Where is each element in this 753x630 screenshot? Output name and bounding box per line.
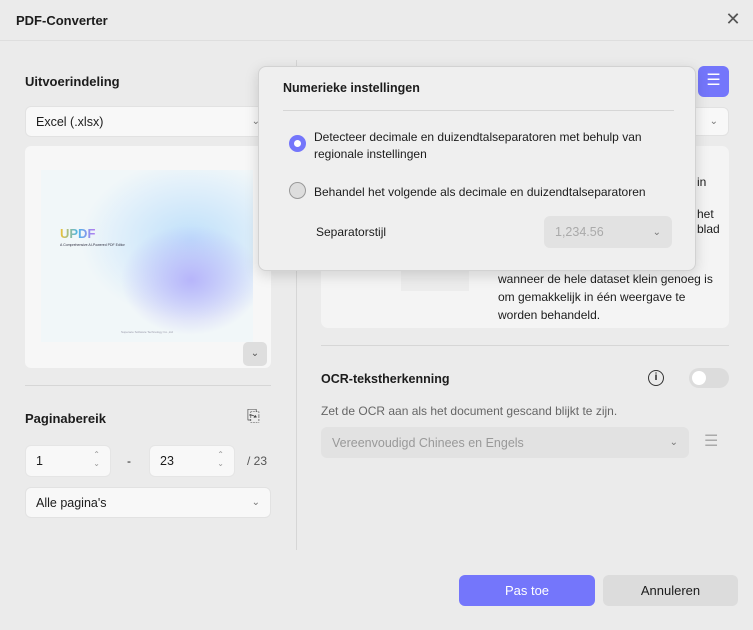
ocr-heading: OCR-tekstherkenning <box>321 372 450 386</box>
cancel-button[interactable]: Annuleren <box>603 575 738 606</box>
stepper-arrows-icon[interactable]: ⌃ ⌄ <box>217 450 224 468</box>
ocr-language-value: Vereenvoudigd Chinees en Engels <box>332 435 524 450</box>
pages-select[interactable]: Alle pagina's ⌄ <box>25 487 271 518</box>
option-custom-label: Behandel het volgende als decimale en du… <box>314 185 646 199</box>
ocr-settings-sliders-icon[interactable]: ☰ <box>704 431 718 451</box>
info-icon[interactable]: i <box>648 370 664 386</box>
title-divider <box>0 40 753 41</box>
pages-option: Alle pagina's <box>36 495 107 510</box>
updf-logo: UPDF <box>60 226 96 241</box>
close-icon[interactable]: ✕ <box>722 8 744 30</box>
page-range-swap-icon[interactable]: ⎘ <box>247 408 260 426</box>
separator-style-value: 1,234.56 <box>555 225 604 239</box>
sliders-icon: ☰ <box>706 72 721 89</box>
chevron-down-icon: ⌄ <box>669 437 678 448</box>
ocr-hint: Zet de OCR aan als het document gescand … <box>321 404 618 418</box>
card-line: om gemakkelijk in één weergave te <box>498 290 686 304</box>
chevron-down-icon: ⌄ <box>250 348 260 359</box>
window-title: PDF-Converter <box>16 13 108 28</box>
total-pages: / 23 <box>247 454 268 468</box>
chevron-down-icon: ⌄ <box>652 226 661 238</box>
right-divider <box>321 345 729 346</box>
expand-preview-button[interactable]: ⌄ <box>243 342 267 366</box>
format-select[interactable]: Excel (.xlsx) ⌄ <box>25 106 271 137</box>
radio-detect-regional[interactable] <box>289 135 306 152</box>
output-format-heading: Uitvoerindeling <box>25 74 120 89</box>
file-preview: UPDF A Comprehensive AI-Powered PDF Edit… <box>25 146 271 368</box>
left-divider <box>25 385 271 386</box>
option-detect-line: Detecteer decimale en duizendtalseparato… <box>314 130 642 144</box>
chevron-down-icon: ⌄ <box>251 497 260 508</box>
to-page-input[interactable]: 23 ⌃ ⌄ <box>149 445 235 477</box>
stepper-arrows-icon[interactable]: ⌃ ⌄ <box>93 450 100 468</box>
chevron-down-icon: ⌄ <box>709 116 718 127</box>
range-dash: - <box>127 454 131 468</box>
card-text: het <box>697 207 714 221</box>
card-text: blad <box>697 222 720 236</box>
from-page-value: 1 <box>36 454 43 468</box>
card-description: wanneer de hele dataset klein genoeg is … <box>498 270 713 324</box>
card-line: worden behandeld. <box>498 308 601 322</box>
ocr-language-select[interactable]: Vereenvoudigd Chinees en Engels ⌄ <box>321 427 689 458</box>
preview-slide: UPDF A Comprehensive AI-Powered PDF Edit… <box>41 170 253 342</box>
popup-title: Numerieke instellingen <box>283 81 420 95</box>
option-detect-label: Detecteer decimale en duizendtalseparato… <box>314 129 642 163</box>
preview-subtitle: A Comprehensive AI-Powered PDF Editor <box>60 243 125 247</box>
settings-sliders-button[interactable]: ☰ <box>698 66 729 97</box>
page-range-heading: Paginabereik <box>25 411 106 426</box>
separator-style-select[interactable]: 1,234.56 ⌄ <box>544 216 672 248</box>
numeric-settings-popup: Numerieke instellingen Detecteer decimal… <box>258 66 696 271</box>
popup-divider <box>283 110 674 111</box>
format-value: Excel (.xlsx) <box>36 114 104 129</box>
apply-button[interactable]: Pas toe <box>459 575 595 606</box>
radio-custom-separators[interactable] <box>289 182 306 199</box>
card-text: in <box>697 175 707 189</box>
preview-footer: Superace Software Technology Co.,Ltd <box>121 330 173 334</box>
option-detect-line: regionale instellingen <box>314 147 427 161</box>
card-line: wanneer de hele dataset klein genoeg is <box>498 272 713 286</box>
from-page-input[interactable]: 1 ⌃ ⌄ <box>25 445 111 477</box>
ocr-toggle[interactable] <box>689 368 729 388</box>
to-page-value: 23 <box>160 454 174 468</box>
separator-style-label: Separatorstijl <box>316 225 387 239</box>
